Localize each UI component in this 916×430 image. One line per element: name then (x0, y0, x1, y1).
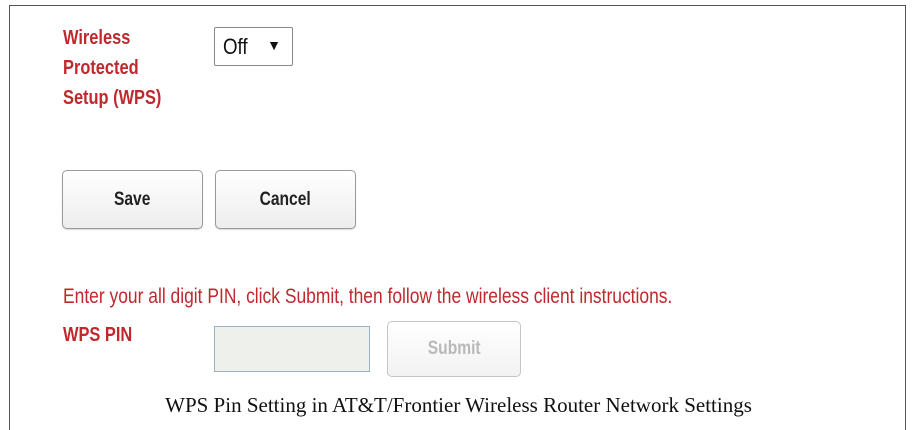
wps-pin-label: WPS PIN (63, 324, 133, 346)
save-button-label: Save (114, 188, 151, 210)
wps-setting-label: Wireless Protected Setup (WPS) (63, 23, 186, 113)
wps-label-line-2: Protected (63, 57, 139, 79)
figure-caption: WPS Pin Setting in AT&T/Frontier Wireles… (165, 393, 752, 417)
chevron-down-icon: ▼ (267, 37, 281, 53)
wps-pin-input[interactable] (214, 326, 370, 372)
cancel-button-label: Cancel (259, 188, 312, 210)
wps-label-line-1: Wireless (63, 27, 131, 49)
settings-panel: Wireless Protected Setup (WPS) Off ▼ Sav… (9, 5, 906, 430)
cancel-button[interactable]: Cancel (215, 170, 356, 229)
submit-button[interactable]: Submit (387, 321, 521, 377)
submit-button-label: Submit (427, 338, 481, 359)
wps-mode-select[interactable]: Off ▼ (214, 27, 293, 66)
save-button[interactable]: Save (62, 170, 203, 229)
wps-label-line-3: Setup (WPS) (63, 87, 162, 109)
pin-instructions: Enter your all digit PIN, click Submit, … (63, 285, 673, 308)
wps-mode-selected-value: Off (223, 33, 248, 59)
